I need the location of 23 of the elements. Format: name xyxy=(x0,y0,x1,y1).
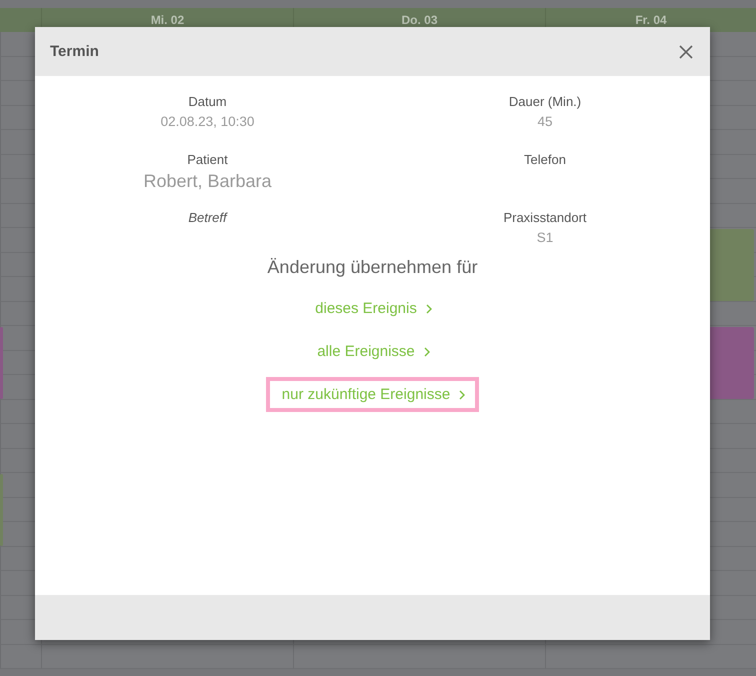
field-label: Praxisstandort xyxy=(503,209,587,227)
field-label: Dauer (Min.) xyxy=(508,93,582,111)
field-value: 02.08.23, 10:30 xyxy=(160,113,254,131)
dialog-title: Termin xyxy=(50,43,99,60)
appointment-block[interactable] xyxy=(0,474,3,546)
chevron-icon xyxy=(424,346,430,356)
field-label: Patient xyxy=(187,151,228,169)
option-link[interactable]: nur zukünftige Ereignisse xyxy=(266,377,480,412)
calendar-header xyxy=(0,8,41,32)
option-link[interactable]: alle Ereignisse xyxy=(301,334,444,369)
field-value: 45 xyxy=(537,113,553,131)
close-icon xyxy=(679,44,693,58)
chevron-icon xyxy=(459,390,466,400)
appointment-block[interactable] xyxy=(0,327,3,398)
field-label: Telefon xyxy=(524,151,566,169)
chevron-icon xyxy=(426,304,432,314)
field-value: Robert, Barbara xyxy=(143,170,272,193)
field-value: S1 xyxy=(536,229,554,247)
field-label: Betreff xyxy=(188,209,227,227)
close-button[interactable] xyxy=(679,44,693,58)
field-label: Datum xyxy=(188,93,227,111)
option-link[interactable]: dieses Ereignis xyxy=(299,291,446,326)
question-text: Änderung übernehmen für xyxy=(267,257,478,278)
